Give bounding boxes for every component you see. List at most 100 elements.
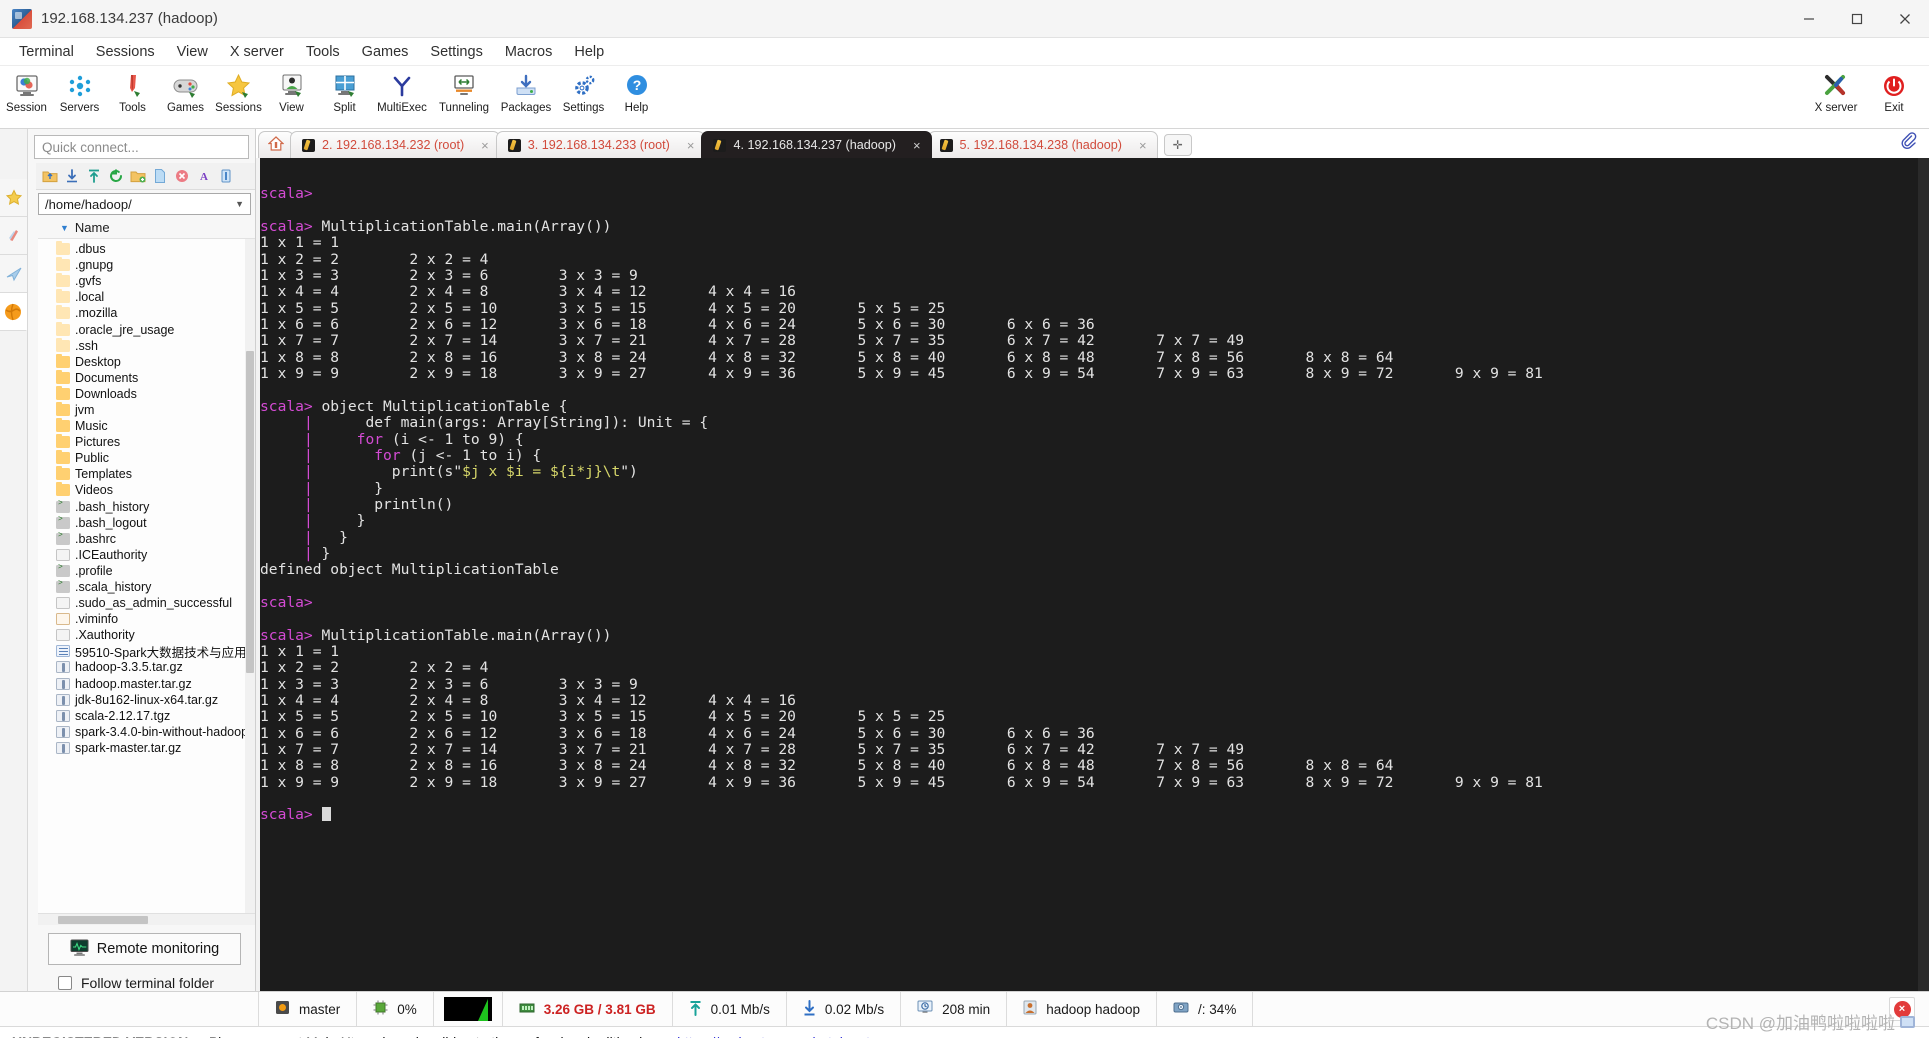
delete-icon[interactable] xyxy=(172,166,192,186)
tab-close-icon[interactable]: × xyxy=(687,138,695,153)
tab-session-5[interactable]: 5. 192.168.134.238 (hadoop) × xyxy=(927,131,1158,158)
terminal-output[interactable]: scala> scala> MultiplicationTable.main(A… xyxy=(256,158,1929,991)
refresh-icon[interactable] xyxy=(106,166,126,186)
file-row[interactable]: .sudo_as_admin_successful xyxy=(38,595,255,611)
toolbar-tunneling[interactable]: Tunneling xyxy=(433,66,495,114)
status-cpu-graph[interactable] xyxy=(434,992,503,1026)
status-disk[interactable]: /: 34% xyxy=(1157,992,1254,1026)
file-list[interactable]: .dbus .gnupg .gvfs .local .mozilla .oracle_jr… xyxy=(38,239,255,913)
file-list-scrollbar[interactable] xyxy=(245,239,255,913)
file-row[interactable]: .gvfs xyxy=(38,273,255,289)
tab-session-4[interactable]: 4. 192.168.134.237 (hadoop) × xyxy=(701,131,932,158)
toolbar-exit[interactable]: Exit xyxy=(1865,66,1923,114)
status-uptime[interactable]: 208 min xyxy=(901,992,1008,1026)
toolbar-tools[interactable]: Tools xyxy=(106,66,159,114)
minimize-button[interactable] xyxy=(1785,0,1833,38)
file-row[interactable]: .ICEauthority xyxy=(38,547,255,563)
file-row[interactable]: hadoop-3.3.5.tar.gz xyxy=(38,659,255,675)
quick-connect-input[interactable]: Quick connect... xyxy=(34,135,249,159)
menu-x-server[interactable]: X server xyxy=(219,41,295,63)
remote-monitoring-button[interactable]: Remote monitoring xyxy=(48,933,241,965)
toolbar-sessions[interactable]: Sessions xyxy=(212,66,265,114)
toolbar-multiexec[interactable]: MultiExec xyxy=(371,66,433,114)
file-row[interactable]: .oracle_jre_usage xyxy=(38,321,255,337)
file-row[interactable]: .bashrc xyxy=(38,531,255,547)
tab-close-icon[interactable]: × xyxy=(481,138,489,153)
file-list-hscrollbar[interactable] xyxy=(38,913,255,925)
status-user[interactable]: hadoop hadoop xyxy=(1007,992,1158,1026)
toolbar-help[interactable]: ? Help xyxy=(610,66,663,114)
toolbar-session[interactable]: Session xyxy=(0,66,53,114)
menu-settings[interactable]: Settings xyxy=(419,41,493,63)
file-row[interactable]: spark-master.tar.gz xyxy=(38,740,255,756)
file-row[interactable]: Pictures xyxy=(38,434,255,450)
menu-view[interactable]: View xyxy=(166,41,219,63)
file-row[interactable]: .bash_history xyxy=(38,499,255,515)
file-row[interactable]: .mozilla xyxy=(38,305,255,321)
file-row[interactable]: .viminfo xyxy=(38,611,255,627)
up-folder-icon[interactable] xyxy=(40,166,60,186)
file-row[interactable]: Documents xyxy=(38,369,255,386)
upload-icon[interactable] xyxy=(84,166,104,186)
menu-macros[interactable]: Macros xyxy=(494,41,564,63)
new-tab-button[interactable]: ✛ xyxy=(1163,134,1192,156)
mobaxterm-link[interactable]: https://mobaxterm.mobatek.net xyxy=(677,1034,870,1038)
toolbar-x-server[interactable]: X server xyxy=(1807,66,1865,114)
attachment-icon[interactable] xyxy=(1900,132,1929,158)
file-row[interactable]: .local xyxy=(38,289,255,305)
toolbar-games[interactable]: Games xyxy=(159,66,212,114)
chevron-down-icon[interactable]: ▼ xyxy=(235,199,244,209)
path-bar[interactable]: /home/hadoop/ ▼ xyxy=(38,193,251,215)
menu-terminal[interactable]: Terminal xyxy=(8,41,85,63)
file-row[interactable]: .dbus xyxy=(38,241,255,257)
menu-help[interactable]: Help xyxy=(563,41,615,63)
file-row[interactable]: .bash_logout xyxy=(38,515,255,531)
file-row[interactable]: Videos xyxy=(38,482,255,498)
new-folder-icon[interactable] xyxy=(128,166,148,186)
toolbar-settings[interactable]: Settings xyxy=(557,66,610,114)
tab-close-icon[interactable]: × xyxy=(913,138,921,153)
maximize-button[interactable] xyxy=(1833,0,1881,38)
info-icon[interactable] xyxy=(216,166,236,186)
tab-close-icon[interactable]: × xyxy=(1139,138,1147,153)
file-row[interactable]: .profile xyxy=(38,563,255,579)
text-mode-icon[interactable]: A xyxy=(194,166,214,186)
file-row[interactable]: Templates xyxy=(38,466,255,482)
menu-tools[interactable]: Tools xyxy=(295,41,351,63)
menu-sessions[interactable]: Sessions xyxy=(85,41,166,63)
toolbar-packages[interactable]: Packages xyxy=(495,66,557,114)
file-list-hscroll-thumb[interactable] xyxy=(58,916,148,924)
sort-arrow-icon[interactable]: ▼ xyxy=(60,223,69,233)
file-row[interactable]: hadoop.master.tar.gz xyxy=(38,676,255,692)
follow-terminal-folder-checkbox[interactable] xyxy=(58,976,72,990)
file-row[interactable]: jvm xyxy=(38,401,255,418)
status-host[interactable]: master xyxy=(258,992,358,1026)
status-cpu[interactable]: 0% xyxy=(357,992,434,1026)
file-row[interactable]: .scala_history xyxy=(38,579,255,595)
globe-icon[interactable] xyxy=(0,293,27,331)
file-row[interactable]: Downloads xyxy=(38,385,255,402)
tab-home[interactable] xyxy=(258,131,294,158)
favorites-star-icon[interactable] xyxy=(0,179,27,217)
toolbar-view[interactable]: View xyxy=(265,66,318,114)
toolbar-split[interactable]: Split xyxy=(318,66,371,114)
file-row[interactable]: Public xyxy=(38,450,255,466)
new-file-icon[interactable] xyxy=(150,166,170,186)
tab-session-2[interactable]: 2. 192.168.134.232 (root) × xyxy=(290,131,500,158)
file-row[interactable]: scala-2.12.17.tgz xyxy=(38,708,255,724)
status-download[interactable]: 0.02 Mb/s xyxy=(787,992,902,1026)
status-upload[interactable]: 0.01 Mb/s xyxy=(673,992,787,1026)
file-list-scroll-thumb[interactable] xyxy=(246,351,254,673)
follow-terminal-folder-row[interactable]: Follow terminal folder xyxy=(28,969,255,991)
file-row[interactable]: Music xyxy=(38,418,255,434)
terminal-scrollbar[interactable] xyxy=(1918,158,1929,991)
file-row[interactable]: .ssh xyxy=(38,337,255,354)
close-button[interactable] xyxy=(1881,0,1929,38)
file-row[interactable]: Desktop xyxy=(38,353,255,370)
file-row[interactable]: .gnupg xyxy=(38,257,255,273)
download-icon[interactable] xyxy=(62,166,82,186)
file-row[interactable]: jdk-8u162-linux-x64.tar.gz xyxy=(38,692,255,708)
file-row[interactable]: spark-3.4.0-bin-without-hadoop.t xyxy=(38,724,255,740)
tools-knife-icon[interactable] xyxy=(0,217,27,255)
toolbar-servers[interactable]: Servers xyxy=(53,66,106,114)
